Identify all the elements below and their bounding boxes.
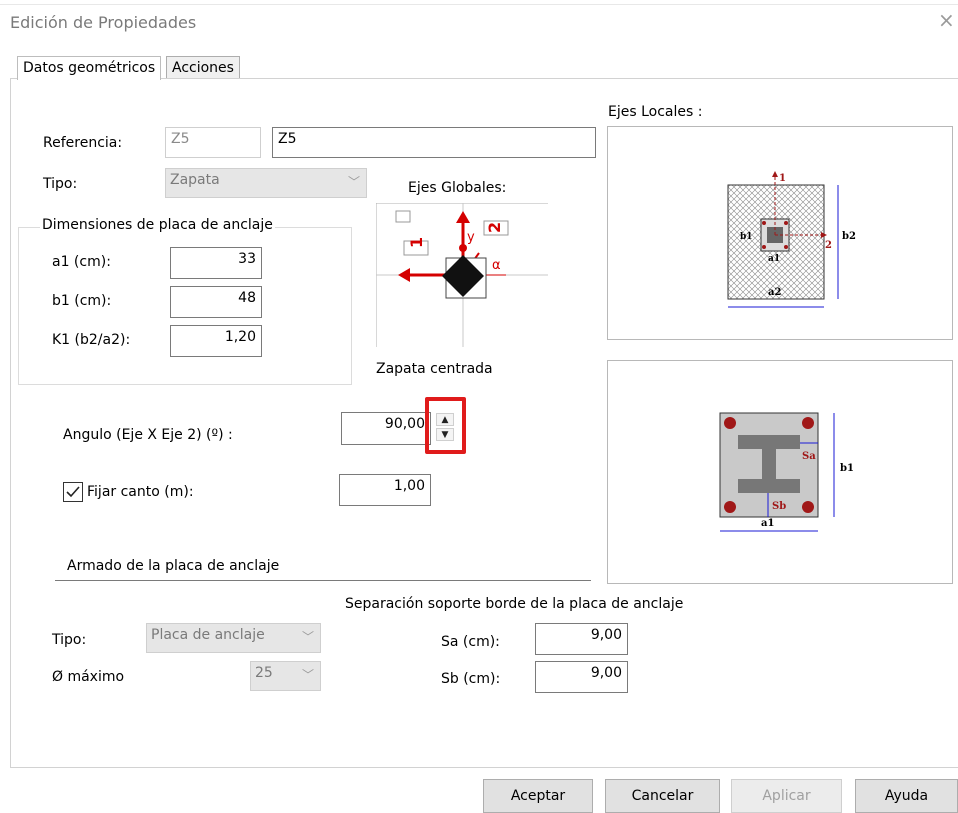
aceptar-button[interactable]: Aceptar bbox=[483, 779, 593, 813]
ejes-locales-a2: a2 bbox=[768, 287, 781, 298]
dimensiones-legend: Dimensiones de placa de anclaje bbox=[40, 217, 275, 233]
sa-field[interactable]: 9,00 bbox=[535, 623, 628, 655]
referencia-code-field: Z5 bbox=[165, 127, 261, 158]
chevron-down-icon: ﹀ bbox=[301, 668, 314, 682]
b1-label: b1 (cm): bbox=[52, 293, 112, 309]
angulo-field[interactable]: 90,00 bbox=[341, 412, 431, 445]
tipo-label: Tipo: bbox=[43, 176, 78, 192]
ejes-locales-b2: b2 bbox=[842, 231, 856, 242]
placa-detalle-panel: Sa Sb b1 a1 bbox=[607, 360, 953, 584]
placa-tipo-value: Placa de anclaje bbox=[151, 627, 265, 643]
ejes-locales-panel: 1 2 b2 a2 b1 a1 bbox=[607, 126, 953, 340]
placa-sa: Sa bbox=[802, 451, 816, 462]
a1-label: a1 (cm): bbox=[52, 254, 111, 270]
fijar-canto-checkbox[interactable] bbox=[63, 482, 83, 502]
ejes-locales-2: 2 bbox=[825, 240, 832, 251]
a1-field[interactable]: 33 bbox=[170, 247, 262, 279]
placa-tipo-label: Tipo: bbox=[52, 632, 87, 648]
sa-label: Sa (cm): bbox=[441, 634, 500, 650]
ejes-globales-diagram: 1 2 y x α bbox=[375, 202, 548, 347]
placa-detalle-svg: Sa Sb b1 a1 bbox=[719, 412, 854, 532]
ayuda-button[interactable]: Ayuda bbox=[855, 779, 958, 813]
armado-heading: Armado de la placa de anclaje bbox=[67, 558, 280, 574]
aplicar-button[interactable]: Aplicar bbox=[731, 779, 842, 813]
fijar-canto-label: Fijar canto (m): bbox=[87, 484, 194, 500]
angulo-label: Angulo (Eje X Eje 2) (º) : bbox=[63, 427, 233, 443]
axis-2-label: 2 bbox=[485, 222, 504, 233]
window-title: Edición de Propiedades bbox=[10, 13, 197, 32]
separacion-heading: Separación soporte borde de la placa de … bbox=[345, 596, 684, 612]
armado-separator bbox=[55, 580, 591, 581]
ejes-locales-1: 1 bbox=[779, 173, 786, 184]
check-icon bbox=[66, 486, 80, 498]
placa-b1: b1 bbox=[840, 463, 854, 474]
axis-alpha-label: α bbox=[492, 258, 501, 273]
sb-label: Sb (cm): bbox=[441, 671, 501, 687]
placa-a1: a1 bbox=[761, 518, 774, 529]
k1-field[interactable]: 1,20 bbox=[170, 325, 262, 357]
chevron-down-icon: ﹀ bbox=[301, 630, 314, 644]
sb-field[interactable]: 9,00 bbox=[535, 661, 628, 693]
axis-1-label: 1 bbox=[407, 237, 426, 248]
window-top-border bbox=[0, 4, 958, 5]
k1-label: K1 (b2/a2): bbox=[52, 332, 131, 348]
ejes-globales-svg: 1 2 y x α bbox=[375, 202, 548, 347]
spin-down-button[interactable]: ▼ bbox=[436, 428, 454, 441]
cancelar-button[interactable]: Cancelar bbox=[605, 779, 720, 813]
tipo-select: Zapata ﹀ bbox=[165, 168, 367, 198]
tipo-select-value: Zapata bbox=[170, 172, 220, 188]
ejes-locales-label: Ejes Locales : bbox=[608, 104, 703, 120]
chevron-down-icon: ﹀ bbox=[347, 175, 360, 189]
tab-datos-geometricos[interactable]: Datos geométricos bbox=[17, 56, 162, 80]
ejes-globales-label: Ejes Globales: bbox=[408, 180, 507, 196]
tab-acciones[interactable]: Acciones bbox=[166, 56, 240, 79]
diametro-select: 25 ﹀ bbox=[250, 661, 321, 691]
spin-up-button[interactable]: ▲ bbox=[436, 413, 454, 426]
placa-tipo-select: Placa de anclaje ﹀ bbox=[146, 623, 321, 653]
legend-box-icon bbox=[395, 210, 411, 223]
diametro-value: 25 bbox=[255, 665, 273, 681]
fijar-canto-field[interactable]: 1,00 bbox=[339, 474, 431, 506]
referencia-name-field[interactable]: Z5 bbox=[272, 127, 596, 158]
diametro-label: Ø máximo bbox=[52, 669, 125, 685]
properties-dialog: Edición de Propiedades × Datos geométric… bbox=[0, 0, 958, 813]
ejes-locales-a1: a1 bbox=[768, 254, 780, 264]
close-icon[interactable]: × bbox=[938, 10, 955, 30]
ejes-locales-b1: b1 bbox=[740, 232, 753, 242]
placa-sb: Sb bbox=[772, 501, 786, 512]
referencia-label: Referencia: bbox=[43, 135, 123, 151]
b1-field[interactable]: 48 bbox=[170, 286, 262, 318]
ejes-locales-svg: 1 2 b2 a2 b1 a1 bbox=[727, 171, 856, 308]
zapata-centrada-label: Zapata centrada bbox=[376, 361, 493, 377]
axis-y-label: y bbox=[467, 230, 475, 245]
